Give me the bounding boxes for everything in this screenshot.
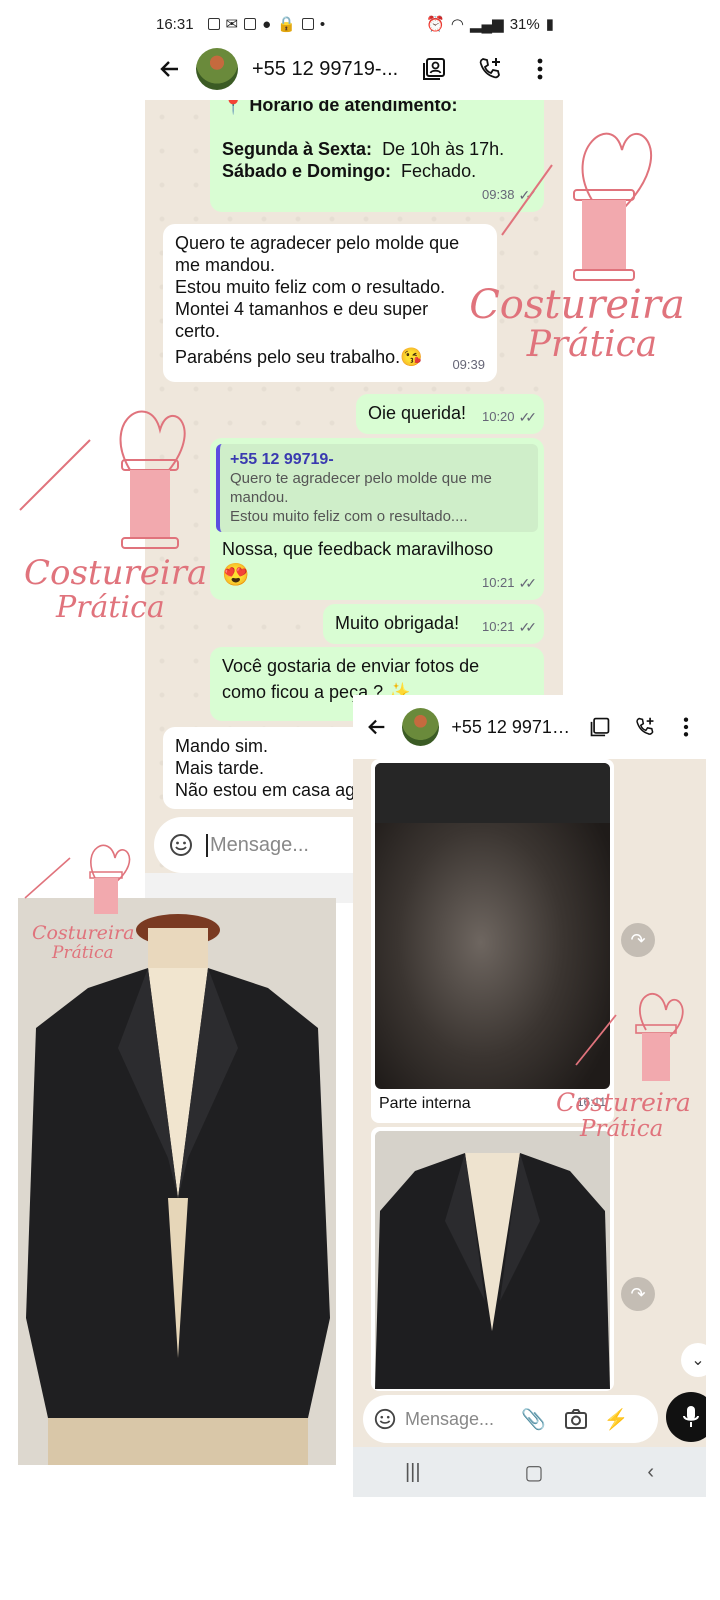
message-time: 10:21 (481, 619, 515, 634)
forward-icon[interactable]: ↷ (621, 923, 655, 957)
camera-icon[interactable] (564, 1408, 588, 1430)
chat-header-2: +55 12 99719-... (353, 695, 706, 759)
message-text: Nossa, que feedback maravilhoso (222, 539, 494, 559)
back-arrow-icon[interactable] (357, 707, 396, 747)
avatar[interactable] (196, 48, 238, 90)
watermark-logo: Costureira Prática (0, 400, 215, 625)
microphone-button[interactable] (666, 1392, 706, 1442)
watermark-logo: Costureira Prática (20, 838, 150, 963)
more-notifications-dot: • (319, 15, 326, 33)
status-time: 16:31 (156, 15, 194, 33)
message-text: Oie querida! (368, 403, 467, 423)
message-line: Estou muito feliz com o resultado. (175, 277, 446, 297)
chat-header: +55 12 99719-... (140, 38, 564, 100)
mail-icon: ✉ (225, 16, 239, 33)
message-line: certo. (175, 321, 221, 341)
payment-icon[interactable]: ⚡ (604, 1407, 629, 1432)
watermark-logo: Costureira Prática (556, 985, 706, 1145)
avatar[interactable] (402, 708, 440, 746)
battery-icon: ▮ (545, 16, 554, 33)
contact-name-2[interactable]: +55 12 99719-... (451, 717, 576, 738)
sticker-icon[interactable] (373, 1407, 397, 1431)
watermark-text-1: Costureira (32, 922, 135, 944)
watermark-logo: Costureira Prática (462, 110, 692, 370)
watermark-text-2: Prática (56, 590, 165, 625)
bank-app-icon (207, 18, 220, 30)
watermark-text-2: Prática (580, 1116, 664, 1142)
quoted-line: Estou muito feliz com o resultado.... (230, 508, 468, 525)
quoted-line: mandou. (230, 489, 289, 506)
quoted-sender: +55 12 99719- (230, 451, 334, 468)
message-input-2[interactable]: Mensage... (405, 1409, 505, 1430)
forward-icon[interactable]: ↷ (621, 1277, 655, 1311)
status-bar: 16:31 ✉ ● 🔒 • ⏰ ◠ ▂▄▆ 31% ▮ (140, 10, 570, 38)
home-icon[interactable]: ▢ (525, 1460, 544, 1485)
message-line: Montei 4 tamanhos e deu super (175, 299, 429, 319)
battery-level: 31% (509, 15, 540, 33)
scroll-down-icon[interactable]: ⌄ (681, 1343, 706, 1377)
message-line: Quero te agradecer pelo molde que (175, 233, 460, 253)
lock-icon: 🔒 (277, 16, 296, 33)
read-ticks-icon: ✓✓ (518, 575, 538, 591)
read-ticks-icon: ✓✓ (518, 619, 538, 635)
sticker-icon[interactable] (168, 832, 194, 858)
message-input-bar-2[interactable]: Mensage... 📎 ⚡ (363, 1395, 658, 1443)
alarm-icon: ⏰ (426, 16, 445, 33)
message-time: 10:20 (481, 409, 515, 424)
message-time: 10:21 (481, 575, 515, 590)
check-app-icon (244, 18, 257, 30)
message-oie[interactable]: Oie querida! 10:20 ✓✓ (356, 394, 544, 434)
contact-card-icon[interactable] (581, 707, 620, 747)
system-navigation-bar: ||| ▢ ‹ (353, 1447, 706, 1497)
read-ticks-icon: ✓✓ (518, 409, 538, 425)
contact-card-icon[interactable] (414, 49, 454, 89)
message-obrigada[interactable]: Muito obrigada! 10:21 ✓✓ (323, 604, 544, 644)
image-message-blazer[interactable] (371, 1127, 614, 1391)
message-line: Parabéns pelo seu trabalho.😘 (175, 347, 423, 367)
watermark-text-2: Prática (526, 324, 658, 365)
system-back-icon[interactable]: ‹ (647, 1461, 654, 1484)
message-line: me mandou. (175, 255, 276, 275)
blazer-photo-2[interactable] (375, 1131, 610, 1389)
message-meta: 10:21 ✓✓ (481, 616, 538, 638)
quoted-message[interactable]: +55 12 99719- Quero te agradecer pelo mo… (216, 444, 538, 532)
recent-apps-icon[interactable]: ||| (405, 1461, 421, 1484)
message-meta: 10:21 ✓✓ (481, 572, 538, 594)
weekend-label: Sábado e Domingo: (222, 161, 392, 181)
image-caption: Parte interna (379, 1095, 471, 1112)
weekdays-label: Segunda à Sexta: (222, 139, 373, 159)
more-options-icon[interactable] (667, 707, 706, 747)
message-line: Você gostaria de enviar fotos de (222, 656, 480, 676)
watermark-text-1: Costureira (24, 553, 208, 593)
facebook-icon: ● (262, 15, 272, 33)
gallery-icon (301, 18, 314, 30)
watermark-text-2: Prática (52, 943, 114, 963)
contact-name[interactable]: +55 12 99719-... (252, 58, 402, 81)
hours-title: Horário de atendimento: (249, 100, 458, 115)
message-thanks[interactable]: Quero te agradecer pelo molde que me man… (163, 224, 497, 382)
message-feedback-reply[interactable]: +55 12 99719- Quero te agradecer pelo mo… (210, 438, 544, 600)
attach-icon[interactable]: 📎 (521, 1407, 546, 1432)
signal-icon: ▂▄▆ (470, 16, 504, 33)
add-call-icon[interactable] (626, 707, 665, 747)
message-meta: 10:20 ✓✓ (481, 406, 538, 428)
message-input[interactable]: Mensage... (206, 833, 309, 857)
add-call-icon[interactable] (470, 49, 510, 89)
watermark-text-1: Costureira (469, 282, 685, 328)
more-options-icon[interactable] (520, 49, 560, 89)
quoted-line: Quero te agradecer pelo molde que me (230, 470, 492, 487)
message-text: Muito obrigada! (335, 613, 460, 633)
wifi-icon: ◠ (450, 16, 464, 33)
back-arrow-icon[interactable] (150, 49, 190, 89)
watermark-text-1: Costureira (556, 1088, 691, 1117)
blazer-photo (18, 898, 336, 1465)
